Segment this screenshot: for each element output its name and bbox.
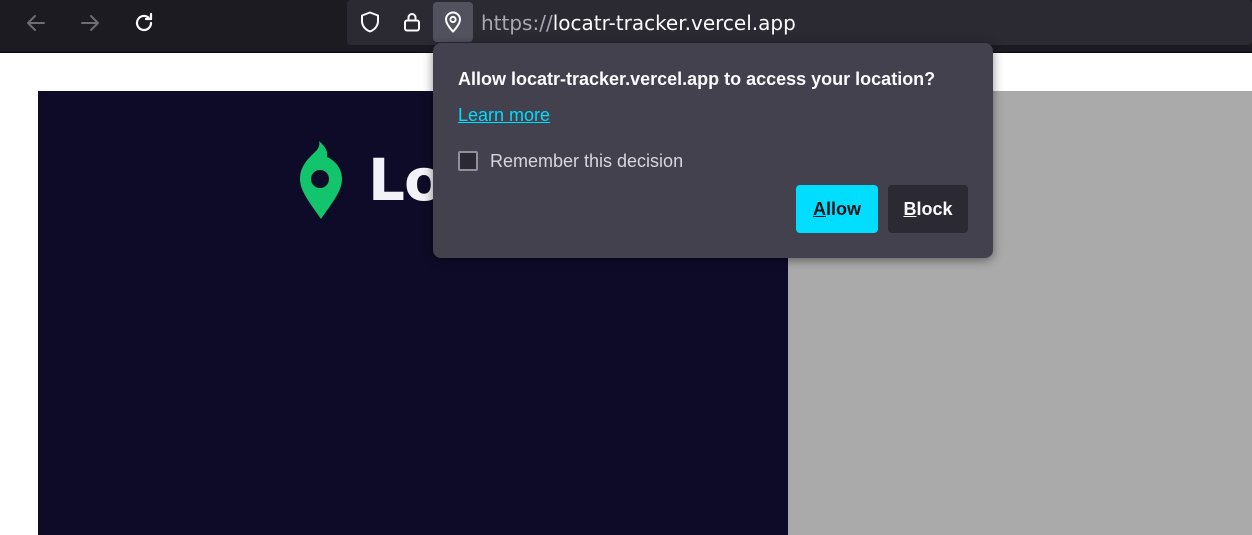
- tracking-protection-button[interactable]: [350, 2, 390, 42]
- popup-title: Allow locatr-tracker.vercel.app to acces…: [458, 69, 936, 89]
- reload-icon: [135, 12, 153, 32]
- site-info-button[interactable]: [392, 2, 432, 42]
- shield-icon: [361, 11, 379, 33]
- back-button[interactable]: [18, 6, 54, 40]
- url-bar[interactable]: https://locatr-tracker.vercel.app: [347, 0, 1252, 45]
- url-scheme: https://: [481, 11, 553, 35]
- learn-more-link[interactable]: Learn more: [458, 105, 550, 126]
- lock-icon: [404, 13, 420, 32]
- arrow-right-icon: [81, 15, 99, 31]
- reload-button[interactable]: [126, 6, 162, 40]
- allow-label-rest: llow: [826, 198, 861, 219]
- forward-button[interactable]: [72, 6, 108, 40]
- location-permission-popup: Allow locatr-tracker.vercel.app to acces…: [433, 43, 993, 258]
- remember-decision-row[interactable]: Remember this decision: [458, 149, 683, 173]
- map-pin-logo-icon: [300, 141, 342, 219]
- remember-decision-label[interactable]: Remember this decision: [490, 151, 683, 172]
- allow-access-key: A: [813, 198, 826, 219]
- location-permission-button[interactable]: [433, 2, 473, 42]
- block-label-rest: lock: [916, 198, 953, 219]
- allow-button[interactable]: Allow: [796, 185, 878, 233]
- block-access-key: B: [903, 198, 917, 219]
- arrow-left-icon: [27, 15, 45, 31]
- logo-text: Lo: [368, 146, 444, 214]
- remember-decision-checkbox[interactable]: [458, 151, 478, 171]
- url-text[interactable]: https://locatr-tracker.vercel.app: [481, 10, 796, 36]
- location-pin-icon: [445, 11, 461, 33]
- block-button[interactable]: Block: [888, 185, 968, 233]
- url-host: locatr-tracker.vercel.app: [552, 11, 796, 35]
